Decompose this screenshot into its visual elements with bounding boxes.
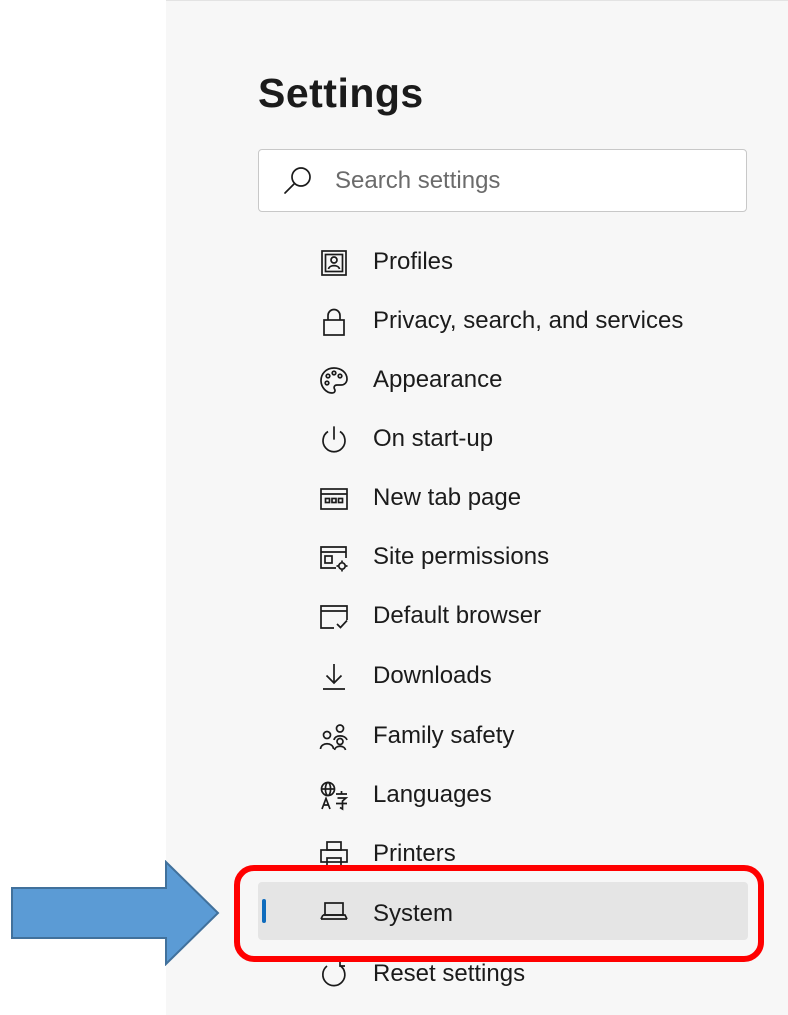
nav-item-languages[interactable]: Languages [258,771,748,821]
profile-icon [321,250,347,276]
nav-item-site-permissions[interactable]: Site permissions [258,533,748,583]
download-icon [323,664,345,690]
nav-item-appearance[interactable]: Appearance [258,356,748,406]
search-icon [284,167,311,194]
nav-item-default-browser[interactable]: Default browser [258,592,748,642]
nav-item-label: Site permissions [373,543,550,570]
lock-icon [323,308,345,336]
new-tab-icon [320,488,348,510]
reset-icon [322,961,346,987]
arrow-annotation [11,860,220,966]
nav-item-label: Languages [373,781,492,808]
highlight-box [234,865,764,962]
site-permissions-icon [320,546,348,572]
nav-item-downloads[interactable]: Downloads [258,652,748,702]
nav-item-label: Profiles [373,248,454,275]
power-icon [322,426,346,453]
nav-item-label: Privacy, search, and services [373,307,684,334]
nav-item-profiles[interactable]: Profiles [258,238,748,288]
nav-item-label: Appearance [373,366,503,393]
family-icon [319,724,348,751]
nav-item-label: Default browser [373,602,542,629]
nav-item-label: New tab page [373,484,522,511]
nav-item-privacy[interactable]: Privacy, search, and services [258,297,748,347]
search-input[interactable] [335,162,725,200]
nav-item-label: Printers [373,840,456,867]
languages-icon [320,781,349,811]
search-box[interactable] [258,149,747,212]
nav-item-label: On start-up [373,425,494,452]
nav-item-label: Reset settings [373,960,526,987]
nav-item-label: Downloads [373,662,492,689]
nav-item-family-safety[interactable]: Family safety [258,712,748,762]
page: Settings Profiles Privacy, search, and s… [0,0,788,1015]
nav-item-on-start-up[interactable]: On start-up [258,415,748,465]
nav-item-new-tab-page[interactable]: New tab page [258,474,748,524]
page-title: Settings [258,70,424,116]
palette-icon [320,367,348,394]
nav-item-label: Family safety [373,722,515,749]
default-browser-icon [320,605,348,629]
